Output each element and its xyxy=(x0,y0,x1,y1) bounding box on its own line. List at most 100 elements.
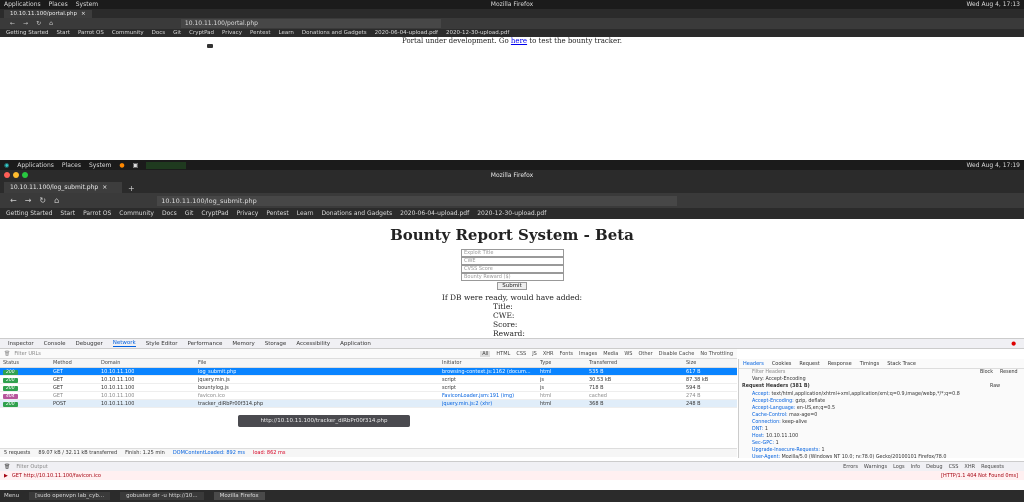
col-status[interactable]: Status xyxy=(3,360,19,366)
parrot-logo-icon[interactable]: ◉ xyxy=(4,162,9,169)
bookmark-item[interactable]: Pentest xyxy=(250,30,271,36)
trash-icon[interactable]: 🗑 xyxy=(4,351,10,357)
bookmark-item[interactable]: Getting Started xyxy=(6,30,49,36)
taskbar-item[interactable]: gobuster dir -u http://10... xyxy=(120,492,204,500)
tab-stack-trace[interactable]: Stack Trace xyxy=(887,361,916,367)
bookmark-item[interactable]: Donations and Gadgets xyxy=(322,210,393,217)
table-row[interactable]: 404 GET 10.10.11.100 favicon.ico Favicon… xyxy=(0,392,737,400)
reload-icon[interactable]: ↻ xyxy=(39,196,46,205)
bookmark-item[interactable]: Community xyxy=(119,210,154,217)
close-icon[interactable]: × xyxy=(81,11,86,17)
back-icon[interactable]: ← xyxy=(10,196,17,205)
table-row[interactable]: 200 POST 10.10.11.100 tracker_diRbPr00f3… xyxy=(0,400,737,408)
bookmark-item[interactable]: CryptPad xyxy=(189,30,214,36)
back-icon[interactable]: ← xyxy=(10,20,15,27)
places-menu[interactable]: Places xyxy=(49,1,68,8)
home-icon[interactable]: ⌂ xyxy=(54,196,59,205)
bookmark-item[interactable]: 2020-06-04-upload.pdf xyxy=(400,210,469,217)
bookmark-item[interactable]: 2020-12-30-upload.pdf xyxy=(477,210,546,217)
bookmark-item[interactable]: CryptPad xyxy=(201,210,228,217)
tab-performance[interactable]: Performance xyxy=(188,341,223,347)
bookmark-item[interactable]: Learn xyxy=(297,210,314,217)
filter-xhr[interactable]: XHR xyxy=(543,351,554,357)
terminal-launcher-icon[interactable]: ▣ xyxy=(133,162,139,169)
col-method[interactable]: Method xyxy=(53,360,72,366)
bookmark-item[interactable]: Parrot OS xyxy=(78,30,104,36)
level-errors[interactable]: Errors xyxy=(843,464,858,470)
applications-menu[interactable]: Applications xyxy=(17,162,54,169)
tab-style-editor[interactable]: Style Editor xyxy=(146,341,178,347)
filter-html[interactable]: HTML xyxy=(496,351,510,357)
firefox-launcher-icon[interactable]: ● xyxy=(119,162,124,169)
row-initiator[interactable]: FaviconLoader.jsm:191 (img) xyxy=(442,393,514,399)
bookmark-item[interactable]: Pentest xyxy=(266,210,288,217)
filter-requests[interactable]: Requests xyxy=(981,464,1024,470)
tab-accessibility[interactable]: Accessibility xyxy=(296,341,330,347)
level-warnings[interactable]: Warnings xyxy=(864,464,887,470)
block-button[interactable]: Block xyxy=(980,370,993,375)
bookmark-item[interactable]: Community xyxy=(112,30,144,36)
url-bar[interactable]: 10.10.11.100/portal.php xyxy=(180,19,441,28)
taskbar-item[interactable]: [sudo openvpn lab_cyb... xyxy=(29,492,111,500)
bookmark-item[interactable]: Getting Started xyxy=(6,210,52,217)
home-icon[interactable]: ⌂ xyxy=(49,20,53,27)
filter-all[interactable]: All xyxy=(480,350,491,357)
close-window-icon[interactable] xyxy=(4,172,10,178)
filter-ws[interactable]: WS xyxy=(624,351,632,357)
filter-xhr[interactable]: XHR xyxy=(964,464,975,470)
level-info[interactable]: Info xyxy=(911,464,920,470)
col-transferred[interactable]: Transferred xyxy=(589,360,617,366)
col-file[interactable]: File xyxy=(198,360,206,366)
bookmark-item[interactable]: Docs xyxy=(162,210,177,217)
col-initiator[interactable]: Initiator xyxy=(442,360,462,366)
bookmark-item[interactable]: Git xyxy=(185,210,194,217)
col-domain[interactable]: Domain xyxy=(101,360,120,366)
bookmark-item[interactable]: 2020-06-04-upload.pdf xyxy=(375,30,438,36)
bookmark-item[interactable]: Parrot OS xyxy=(83,210,111,217)
system-menu[interactable]: System xyxy=(89,162,111,169)
minimize-window-icon[interactable] xyxy=(13,172,19,178)
applications-menu[interactable]: Applications xyxy=(4,1,41,8)
forward-icon[interactable]: → xyxy=(25,196,32,205)
console-filter-input[interactable]: Filter Output xyxy=(16,464,47,470)
tab-application[interactable]: Application xyxy=(340,341,371,347)
raw-toggle[interactable]: Raw xyxy=(990,384,1000,389)
tab-response[interactable]: Response xyxy=(828,361,852,367)
request-headers-title[interactable]: Request Headers (381 B) xyxy=(742,384,810,389)
level-logs[interactable]: Logs xyxy=(893,464,905,470)
console-error-line[interactable]: ▶ GET http://10.10.11.100/favicon.ico [H… xyxy=(0,471,1024,480)
bookmark-item[interactable]: Git xyxy=(173,30,181,36)
tab-network[interactable]: Network xyxy=(112,340,136,347)
bounty-reward-input[interactable]: Bounty Reward ($) xyxy=(461,273,564,281)
throttling-select[interactable]: No Throttling xyxy=(700,351,733,357)
filter-css[interactable]: CSS xyxy=(516,351,526,357)
error-count-icon[interactable]: ● xyxy=(1011,341,1024,347)
close-icon[interactable]: × xyxy=(102,184,107,191)
col-type[interactable]: Type xyxy=(540,360,551,366)
tab-headers[interactable]: Headers xyxy=(743,361,764,367)
col-size[interactable]: Size xyxy=(686,360,696,366)
submit-button[interactable]: Submit xyxy=(497,282,527,290)
table-row[interactable]: 200 GET 10.10.11.100 log_submit.php brow… xyxy=(0,368,737,376)
browser-tab[interactable]: 10.10.11.100/portal.php × xyxy=(4,10,92,18)
table-row[interactable]: 200 GET 10.10.11.100 bountylog.js script… xyxy=(0,384,737,392)
cwe-input[interactable]: CWE xyxy=(461,257,564,265)
row-initiator[interactable]: jquery.min.js:2 (xhr) xyxy=(442,401,492,407)
browser-tab[interactable]: 10.10.11.100/log_submit.php × xyxy=(4,182,122,193)
filter-css[interactable]: CSS xyxy=(949,464,959,470)
filter-fonts[interactable]: Fonts xyxy=(560,351,574,357)
disable-cache-checkbox[interactable]: Disable Cache xyxy=(659,351,695,357)
menu-button[interactable]: Menu xyxy=(4,493,19,499)
bookmark-item[interactable]: Start xyxy=(57,30,70,36)
tab-console[interactable]: Console xyxy=(44,341,66,347)
portal-link[interactable]: here xyxy=(511,37,527,45)
places-menu[interactable]: Places xyxy=(62,162,81,169)
filter-js[interactable]: JS xyxy=(532,351,537,357)
bookmark-item[interactable]: Docs xyxy=(152,30,166,36)
level-debug[interactable]: Debug xyxy=(926,464,942,470)
bookmark-item[interactable]: Learn xyxy=(279,30,294,36)
tab-storage[interactable]: Storage xyxy=(265,341,287,347)
filter-images[interactable]: Images xyxy=(579,351,597,357)
tab-timings[interactable]: Timings xyxy=(860,361,880,367)
exploit-title-input[interactable]: Exploit Title xyxy=(461,249,564,257)
